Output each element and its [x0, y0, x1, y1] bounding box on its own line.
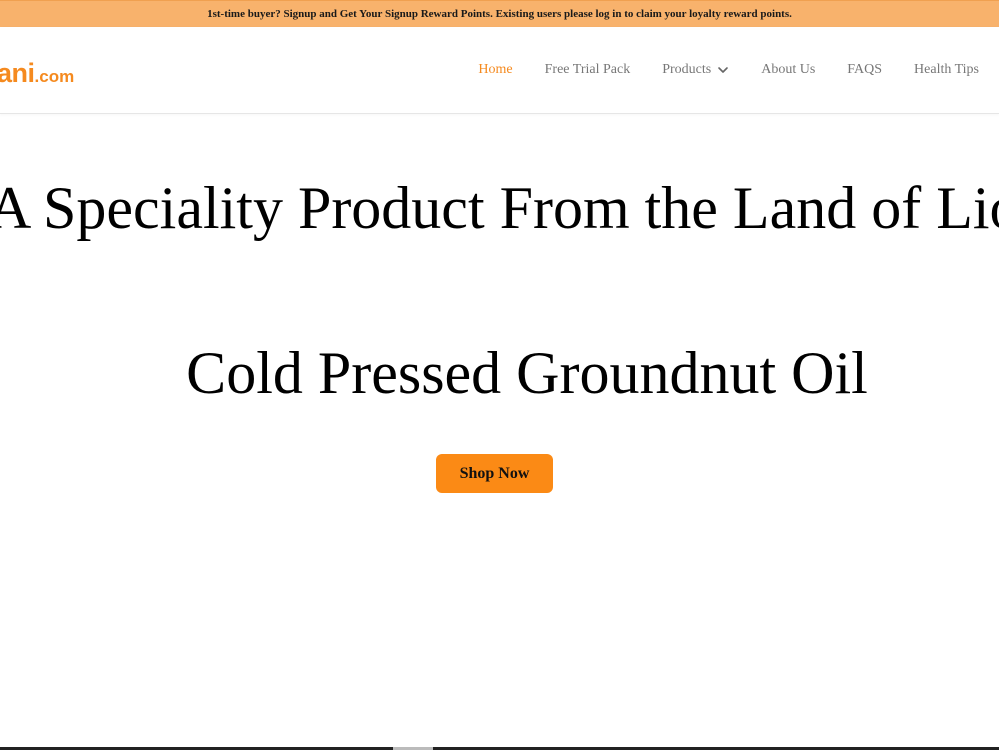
logo-main-text: ani	[0, 58, 35, 88]
chevron-down-icon	[718, 66, 729, 73]
promo-bar: 1st-time buyer? Signup and Get Your Sign…	[0, 0, 999, 27]
nav-item-home-label: Home	[478, 61, 513, 77]
logo-suffix-text: .com	[34, 67, 75, 86]
nav-item-health-tips[interactable]: Health Tips	[898, 62, 979, 78]
promo-text: 1st-time buyer? Signup and Get Your Sign…	[207, 8, 792, 20]
nav-item-products[interactable]: Products	[646, 62, 745, 78]
site-logo[interactable]: ani .com	[0, 58, 74, 88]
nav-item-free-trial-pack-label: Free Trial Pack	[544, 61, 631, 77]
nav-item-about-us[interactable]: About Us	[745, 62, 831, 78]
hero-heading: A Speciality Product From the Land of Li…	[0, 175, 999, 241]
nav-item-faqs-label: FAQS	[847, 61, 883, 77]
nav-item-products-label: Products	[662, 61, 712, 77]
nav-item-health-tips-label: Health Tips	[914, 61, 979, 77]
shop-now-button[interactable]: Shop Now	[436, 454, 553, 493]
main-nav: Home Free Trial Pack Products About Us F…	[462, 27, 979, 112]
nav-item-free-trial-pack[interactable]: Free Trial Pack	[529, 62, 647, 78]
nav-item-home[interactable]: Home	[462, 62, 528, 78]
nav-item-about-us-label: About Us	[761, 61, 816, 77]
hero-subheading: Cold Pressed Groundnut Oil	[186, 340, 868, 406]
site-header: ani .com Home Free Trial Pack Products A…	[0, 27, 999, 114]
nav-item-faqs[interactable]: FAQS	[831, 62, 898, 78]
